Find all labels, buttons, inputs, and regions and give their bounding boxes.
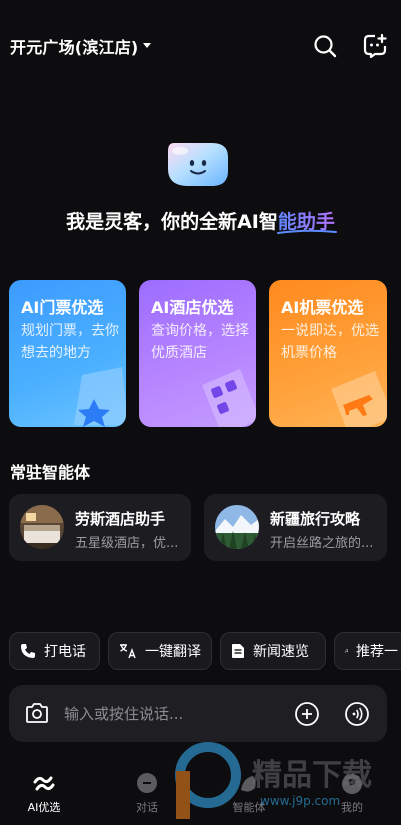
resident-agents-title: 常驻智能体 [10,463,91,482]
chip-translate[interactable]: 一键翻译 [108,632,212,670]
tab-ai-picks[interactable]: AI优选 [14,772,74,815]
chip-label: 一键翻译 [145,644,201,660]
card-title: AI门票优选 [21,298,104,317]
agent-card-xinjiang[interactable]: 新疆旅行攻略 开启丝路之旅的... [204,494,387,561]
tab-label: 对话 [136,801,158,814]
card-title: AI酒店优选 [151,298,234,317]
agent-subtitle: 五星级酒店，优... [75,536,179,551]
voice-icon[interactable] [344,701,370,727]
chip-label: 打电话 [44,644,86,660]
hotel-icon [202,369,256,427]
chat-icon [137,773,157,793]
watermark-url: www.j9p.com [260,794,340,808]
location-label: 开元广场(滨江店) [10,38,139,57]
chip-label: 推荐一 [356,644,398,660]
ticket-icon [74,367,126,427]
new-chat-icon[interactable] [362,33,388,59]
agent-avatar [20,505,64,549]
card-desc: 规划门票，去你想去的地方 [21,323,119,361]
greeting-text: 我是灵客，你的全新AI智能助手 [0,207,401,234]
chip-news[interactable]: 新闻速览 [220,632,326,670]
hotel-card[interactable]: AI酒店优选 查询价格，选择优质酒店 [139,280,256,427]
greeting-prefix: 我是灵客，你的全新AI智 [66,211,278,233]
watermark-text: 精品下载 [252,758,372,793]
app-header: 开元广场(滨江店) [0,0,401,92]
add-icon[interactable] [294,701,320,727]
plane-ticket-icon [331,371,387,427]
greeting-underline [277,229,337,234]
chip-label: 新闻速览 [253,644,309,660]
chat-input-bar: 输入或按住说话... [9,685,387,742]
chip-call[interactable]: 打电话 [9,632,100,670]
agent-name: 劳斯酒店助手 [75,510,166,528]
music-icon [345,649,348,653]
agent-subtitle: 开启丝路之旅的... [270,536,374,551]
location-selector[interactable]: 开元广场(滨江店) [10,34,152,58]
flight-card[interactable]: AI机票优选 一说即达，优选机票价格 [269,280,387,427]
card-title: AI机票优选 [281,298,364,317]
agent-card-hotel[interactable]: 劳斯酒店助手 五星级酒店，优... [9,494,191,561]
ai-picks-icon [33,776,55,791]
agent-avatar [215,505,259,549]
search-icon[interactable] [312,33,338,59]
mascot-logo [168,143,228,186]
tab-label: AI优选 [27,801,61,814]
chevron-down-icon [143,43,152,48]
watermark-logo: 精品下载 www.j9p.com [175,742,372,819]
ticket-card[interactable]: AI门票优选 规划门票，去你想去的地方 [9,280,126,427]
phone-icon [21,644,35,658]
card-desc: 查询价格，选择优质酒店 [151,323,249,361]
chat-input[interactable]: 输入或按住说话... [64,703,183,724]
chip-recommend[interactable]: 推荐一 [334,632,401,670]
watermark: 精品下载 www.j9p.com [168,741,401,821]
news-icon [232,644,244,658]
card-desc: 一说即达，优选机票价格 [281,323,379,361]
camera-icon[interactable] [25,702,49,724]
agent-name: 新疆旅行攻略 [270,510,361,528]
translate-icon [120,644,136,659]
